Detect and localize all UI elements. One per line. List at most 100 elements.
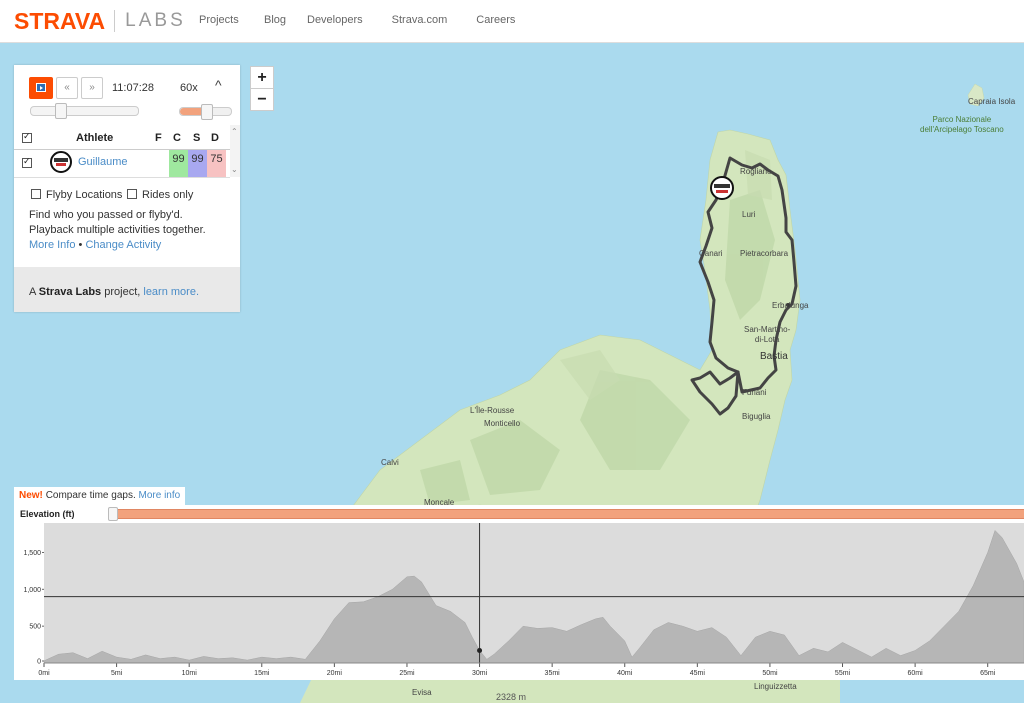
score-f — [150, 150, 169, 177]
zoom-control: + − — [250, 66, 274, 111]
flyby-locations-checkbox[interactable] — [31, 189, 41, 199]
x-tick-label: 10mi — [182, 670, 198, 677]
map-label-luri: Luri — [742, 210, 756, 219]
rides-only-checkbox[interactable] — [127, 189, 137, 199]
y-tick-label: 1,500 — [23, 550, 41, 557]
map-label-bastia: Bastia — [760, 351, 788, 362]
logo-strava-text: STRAVA — [14, 7, 106, 34]
learn-more-link[interactable]: learn more. — [143, 286, 199, 298]
x-tick-label: 35mi — [545, 670, 561, 677]
score-d: 75 — [207, 150, 226, 177]
table-row: Guillaume 99 99 75 — [14, 150, 230, 178]
map-label-biguglia: Biguglia — [742, 412, 771, 421]
nav-blog[interactable]: Blog — [264, 14, 286, 26]
elevation-title: Elevation (ft) — [20, 509, 75, 519]
x-tick-label: 60mi — [908, 670, 924, 677]
rides-only-label: Rides only — [142, 189, 194, 201]
strava-labs-logo[interactable]: STRAVA LABS — [14, 8, 186, 34]
play-icon — [36, 83, 46, 92]
panel-description: Find who you passed or flyby'd. Playback… — [29, 209, 206, 236]
x-tick-label: 30mi — [472, 670, 488, 677]
speed-slider-handle[interactable] — [201, 104, 213, 120]
elevation-panel: Elevation (ft) 0 500 1,000 1,500 0mi 5mi 10mi… — [14, 505, 1024, 680]
time-slider-handle[interactable] — [55, 103, 67, 119]
map-label-rogliano: Rogliano — [740, 167, 772, 176]
logo-divider — [114, 10, 116, 32]
rewind-button[interactable]: « — [56, 77, 78, 99]
collapse-chevron-up-icon[interactable]: ^ — [215, 77, 222, 93]
more-info-link[interactable]: More Info — [29, 239, 75, 251]
select-all-checkbox[interactable] — [22, 131, 32, 143]
elevation-range-handle[interactable] — [108, 507, 118, 521]
compare-notice-text: Compare time gaps. — [45, 490, 136, 501]
playback-speed: 60x — [180, 82, 198, 94]
panel-links: More Info • Change Activity — [29, 239, 161, 251]
speed-slider[interactable] — [179, 104, 232, 120]
nav-strava-com[interactable]: Strava.com — [392, 14, 448, 26]
compare-more-info-link[interactable]: More info — [139, 490, 181, 501]
header-c[interactable]: C — [173, 132, 181, 144]
x-tick-label: 45mi — [690, 670, 706, 677]
flyby-panel: « » 11:07:28 60x ^ Athlete F C S D Guill… — [14, 65, 240, 312]
elevation-range-slider[interactable] — [108, 507, 1024, 521]
map-label-evisa: Evisa — [412, 688, 432, 697]
footer-brand: Strava Labs — [38, 286, 102, 298]
footer-prefix: A — [29, 286, 36, 298]
main-nav: Projects Blog Developers Strava.com Care… — [199, 14, 544, 26]
map-label-erbalunga: Erbalunga — [772, 301, 809, 310]
y-tick-label: 500 — [29, 624, 41, 631]
athlete-checkbox[interactable] — [22, 156, 32, 168]
forward-button[interactable]: » — [81, 77, 103, 99]
header-s[interactable]: S — [193, 132, 200, 144]
elevation-chart[interactable]: 0 500 1,000 1,500 0mi 5mi 10mi 15mi 20mi 25mi 30m… — [14, 522, 1024, 680]
score-s: 99 — [188, 150, 207, 177]
map-label-pietracorbara: Pietracorbara — [740, 249, 789, 258]
elevation-position-marker — [477, 647, 483, 653]
map-label-san-martino: San-Martino- di-Lota — [744, 325, 791, 344]
x-tick-label: 0mi — [38, 670, 50, 677]
scroll-down-icon[interactable]: ⌄ — [231, 165, 238, 174]
x-tick-label: 65mi — [980, 670, 996, 677]
map-label-park: Parco Nazionale dell'Arcipelago Toscano — [920, 115, 1004, 134]
x-tick-label: 5mi — [111, 670, 123, 677]
panel-footer: A Strava Labs project, learn more. — [14, 267, 240, 312]
header-f[interactable]: F — [155, 132, 162, 144]
new-badge: New! — [19, 490, 43, 501]
change-activity-link[interactable]: Change Activity — [85, 239, 161, 251]
x-tick-label: 25mi — [399, 670, 415, 677]
y-tick-label: 0 — [37, 659, 41, 666]
map-label-canari: Canari — [699, 249, 723, 258]
header-d[interactable]: D — [211, 132, 219, 144]
x-tick-label: 55mi — [835, 670, 851, 677]
nav-projects[interactable]: Projects — [199, 14, 239, 26]
athlete-name-link[interactable]: Guillaume — [78, 156, 128, 168]
logo-labs-text: LABS — [125, 10, 186, 31]
nav-developers[interactable]: Developers — [307, 14, 363, 26]
play-button[interactable] — [29, 77, 53, 99]
header-athlete: Athlete — [76, 132, 114, 144]
scroll-up-icon[interactable]: ⌃ — [231, 127, 238, 136]
top-navigation-bar: STRAVA LABS Projects Blog Developers Str… — [0, 0, 1024, 43]
avatar — [50, 151, 72, 173]
map-label-peak: 2328 m — [496, 692, 527, 702]
map-label-linguizzetta: Linguizzetta — [754, 682, 797, 691]
link-separator: • — [78, 239, 83, 251]
map-label-ile-rousse: L'Île-Rousse — [470, 406, 515, 415]
score-c: 99 — [169, 150, 188, 177]
zoom-out-button[interactable]: − — [251, 88, 273, 110]
x-tick-label: 40mi — [617, 670, 633, 677]
x-tick-label: 50mi — [762, 670, 778, 677]
zoom-in-button[interactable]: + — [251, 67, 273, 88]
rewind-icon: « — [64, 82, 70, 93]
x-tick-label: 20mi — [327, 670, 343, 677]
time-slider[interactable] — [30, 103, 139, 119]
playback-controls: « » 11:07:28 60x ^ — [29, 77, 234, 101]
nav-careers[interactable]: Careers — [476, 14, 515, 26]
map-label-calvi: Calvi — [381, 458, 399, 467]
table-scrollbar[interactable]: ⌃ ⌄ — [230, 125, 240, 177]
map-label-capraia: Capraia Isola — [968, 97, 1016, 106]
footer-text: A Strava Labs project, learn more. — [29, 286, 199, 298]
flyby-locations-label: Flyby Locations — [46, 189, 123, 201]
forward-icon: » — [89, 82, 95, 93]
compare-notice: New! Compare time gaps. More info — [14, 487, 186, 505]
